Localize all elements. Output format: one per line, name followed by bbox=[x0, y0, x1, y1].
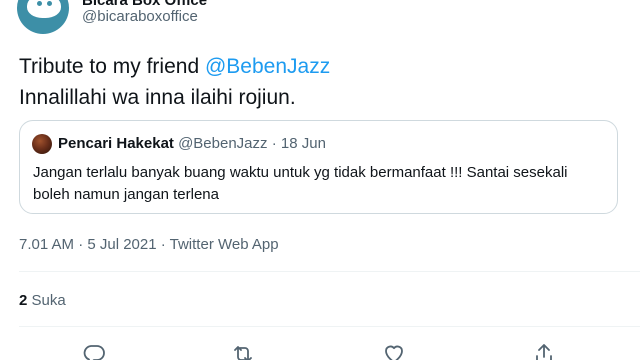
tweet-line-1: Tribute to my friend @BebenJazz bbox=[19, 51, 330, 82]
quoted-author-name: Pencari Hakekat bbox=[58, 135, 174, 152]
quoted-author-handle: @BebenJazz bbox=[178, 135, 268, 152]
quoted-author-avatar bbox=[32, 134, 52, 154]
quoted-separator: · bbox=[271, 135, 277, 152]
quoted-tweet-text: Jangan terlalu banyak buang waktu untuk … bbox=[33, 164, 568, 203]
like-button[interactable] bbox=[382, 342, 406, 360]
tweet-detail: Bicara Box Office @bicaraboxoffice Tribu… bbox=[0, 0, 640, 360]
mention-link[interactable]: @BebenJazz bbox=[205, 55, 330, 78]
divider-bottom bbox=[19, 326, 640, 327]
share-icon bbox=[536, 344, 552, 360]
divider-top bbox=[19, 271, 640, 272]
quoted-date: 18 Jun bbox=[280, 135, 326, 152]
quoted-tweet-card[interactable]: Pencari Hakekat @BebenJazz · 18 Jun Jang… bbox=[19, 120, 618, 214]
avatar-eye-right bbox=[47, 1, 52, 6]
likes-label: Suka bbox=[31, 292, 66, 309]
tweet-line-2: Innalillahi wa inna ilaihi rojiun. bbox=[19, 86, 296, 109]
avatar-face bbox=[27, 0, 61, 18]
likes-count: 2 bbox=[19, 292, 28, 309]
share-button[interactable] bbox=[532, 342, 556, 360]
tweet-line-1-text: Tribute to my friend bbox=[19, 55, 205, 78]
author-avatar[interactable] bbox=[17, 0, 69, 34]
heart-icon bbox=[385, 345, 403, 360]
reply-button[interactable] bbox=[82, 342, 106, 360]
likes-stat[interactable]: 2 Suka bbox=[19, 292, 66, 309]
tweet-text: Tribute to my friend @BebenJazz Innalill… bbox=[19, 51, 330, 113]
retweet-button[interactable] bbox=[231, 342, 255, 360]
reply-icon bbox=[83, 345, 105, 360]
author-handle[interactable]: @bicaraboxoffice bbox=[82, 8, 198, 25]
retweet-icon bbox=[234, 346, 252, 360]
quoted-tweet-header: Pencari Hakekat @BebenJazz · 18 Jun bbox=[58, 135, 326, 152]
tweet-timestamp[interactable]: 7.01 AM · 5 Jul 2021 · Twitter Web App bbox=[19, 236, 279, 253]
avatar-eye-left bbox=[37, 1, 42, 6]
